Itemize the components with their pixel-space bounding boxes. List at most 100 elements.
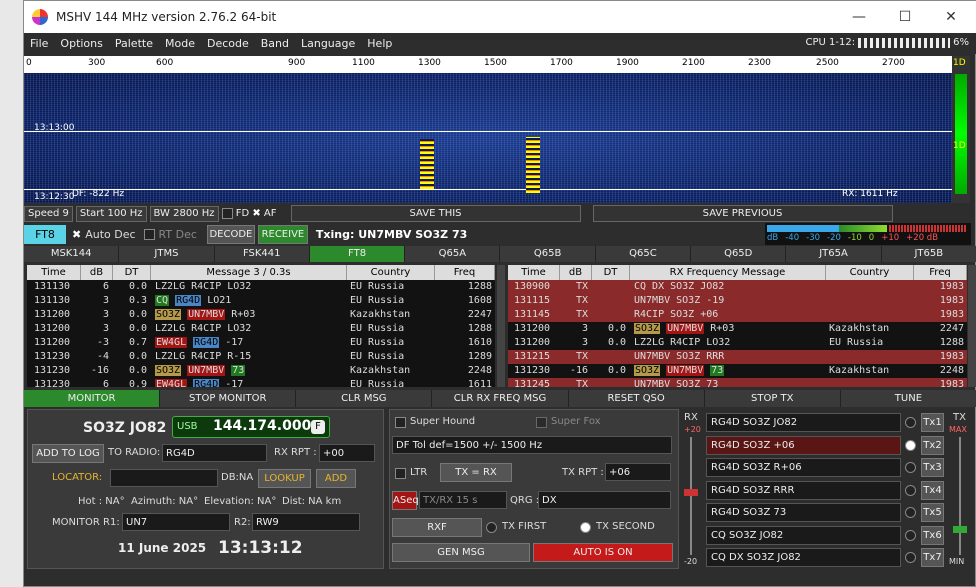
tx-radio-5[interactable] [905,507,916,518]
table-row[interactable]: 131200 3 0.0 SO3Z UN7MBV R+03 Kazakhstan 2247 [508,322,967,336]
tx-slider-handle[interactable] [953,526,967,533]
tx-button-2[interactable]: Tx2 [921,435,944,455]
aseq-button[interactable]: ASeq [392,491,419,510]
table-row[interactable]: 131130 6 0.0 LZ2LG R4CIP LO32 EU Russia 1288 [27,280,495,294]
mode-tab-q65d[interactable]: Q65D [691,246,787,262]
rxf-button[interactable]: RXF [392,518,482,537]
tx-radio-6[interactable] [905,529,916,541]
minimize-button[interactable]: — [836,1,882,33]
menu-palette[interactable]: Palette [109,37,159,50]
mode-tab-jtms[interactable]: JTMS [119,246,215,262]
locator-field[interactable] [110,469,218,487]
bw-spinner[interactable]: BW 2800 Hz [149,205,219,222]
table-row[interactable]: 131245 TX UN7MBV SO3Z 73 1983 [508,378,967,387]
tx-radio-7[interactable] [905,552,916,563]
clr-rx-freq-msg-button[interactable]: CLR RX FREQ MSG [432,390,569,407]
table-row[interactable]: 131200 3 0.0 SO3Z UN7MBV R+03 Kazakhstan 2247 [27,308,495,322]
tx-message-4[interactable]: RG4D SO3Z RRR [706,480,901,500]
tx-button-4[interactable]: Tx4 [921,480,944,500]
column-header[interactable]: Freq [435,265,495,280]
tx-message-2[interactable]: RG4D SO3Z +06 [706,435,901,455]
df-tol-field[interactable]: DF Tol def=1500 +/- 1500 Hz [392,436,672,454]
menu-language[interactable]: Language [295,37,361,50]
frequency-display[interactable]: USB 144.174.000 F [172,416,330,438]
ltr-checkbox[interactable] [395,468,406,479]
table-row[interactable]: 131130 3 0.3 CQ RG4D LO21 EU Russia 1608 [27,294,495,308]
tx-rpt-field[interactable]: +06 [605,463,671,481]
close-button[interactable]: ✕ [928,1,974,33]
menu-file[interactable]: File [24,37,54,50]
tx-message-6[interactable]: CQ SO3Z JO82 [706,525,901,545]
tx-message-1[interactable]: RG4D SO3Z JO82 [706,413,901,432]
column-header[interactable]: Country [347,265,435,280]
tx-button-5[interactable]: Tx5 [921,503,944,522]
menu-mode[interactable]: Mode [159,37,201,50]
tx-radio-3[interactable] [905,462,916,473]
tx-button-3[interactable]: Tx3 [921,458,944,477]
af-check-icon[interactable]: ✖ [252,208,260,219]
clr-msg-button[interactable]: CLR MSG [296,390,433,407]
auto-button[interactable]: AUTO IS ON [533,543,673,562]
mode-tab-ft8[interactable]: FT8 [309,246,406,262]
tx-button-7[interactable]: Tx7 [921,548,944,567]
tx-radio-2[interactable] [905,439,916,451]
frequency-ruler[interactable]: 0 300 600 900 1100 1300 1500 1700 1900 2100 2300 25… [24,56,952,73]
autodec-check-icon[interactable]: ✖ [72,228,81,241]
table-row[interactable]: 131145 TX R4CIP SO3Z +06 1983 [508,308,967,322]
table-row[interactable]: 131230 -16 0.0 SO3Z UN7MBV 73 Kazakhstan 2248 [27,364,495,378]
tx-message-5[interactable]: RG4D SO3Z 73 [706,503,901,522]
table-row[interactable]: 131115 TX UN7MBV SO3Z -19 1983 [508,294,967,308]
tx-radio-1[interactable] [905,417,916,428]
column-header[interactable]: DT [592,265,630,280]
f-button[interactable]: F [311,420,325,434]
column-header[interactable]: Country [826,265,914,280]
menu-band[interactable]: Band [255,37,295,50]
table-row[interactable]: 131230 6 0.9 EW4GL RG4D -17 EU Russia 1611 [27,378,495,387]
txrx-period-field[interactable]: TX/RX 15 s [419,491,507,509]
table-row[interactable]: 131230 -16 0.0 SO3Z UN7MBV 73 Kazakhstan 2248 [508,364,967,378]
menu-decode[interactable]: Decode [201,37,255,50]
mode-tab-msk144[interactable]: MSK144 [24,246,120,262]
tx-second-radio[interactable] [580,522,591,533]
decode-scrollbar[interactable] [497,265,505,387]
gen-msg-button[interactable]: GEN MSG [392,543,530,562]
to-radio-field[interactable]: RG4D [162,444,267,462]
reset-qso-button[interactable]: RESET QSO [568,390,705,407]
tx-first-radio[interactable] [486,522,497,533]
column-header[interactable]: dB [560,265,592,280]
fd-checkbox[interactable] [221,208,233,219]
start-spinner[interactable]: Start 100 Hz [75,205,147,222]
save-this-button[interactable]: SAVE THIS [290,205,581,222]
table-row[interactable]: 131200 -3 0.7 EW4GL RG4D -17 EU Russia 1610 [27,336,495,350]
rx-scrollbar[interactable] [968,265,976,387]
rx-slider-handle[interactable] [684,489,698,496]
rx-rpt-field[interactable]: +00 [319,444,375,462]
speed-spinner[interactable]: Speed 9 [24,205,73,222]
table-row[interactable]: 130900 TX CQ DX SO3Z JO82 1983 [508,280,967,294]
column-header[interactable]: Freq [914,265,967,280]
r2-field[interactable]: RW9 [252,513,360,531]
lookup-button[interactable]: LOOKUP [258,469,311,488]
table-row[interactable]: 131200 3 0.0 LZ2LG R4CIP LO32 EU Russia 1288 [27,322,495,336]
table-row[interactable]: 131230 -4 0.0 LZ2LG R4CIP R-15 EU Russia 1289 [27,350,495,364]
mode-tab-q65c[interactable]: Q65C [595,246,692,262]
decode-button[interactable]: DECODE [206,225,255,244]
maximize-button[interactable]: ☐ [882,1,928,33]
column-header[interactable]: Message 3 / 0.3s [151,265,347,280]
monitor-button[interactable]: MONITOR [24,390,161,407]
tx-eq-rx-button[interactable]: TX = RX [440,463,512,482]
tx-radio-4[interactable] [905,484,916,496]
qrg-field[interactable]: DX [538,491,671,509]
table-row[interactable]: 131215 TX UN7MBV SO3Z RRR 1983 [508,350,967,364]
column-header[interactable]: RX Frequency Message [630,265,826,280]
save-previous-button[interactable]: SAVE PREVIOUS [592,205,893,222]
superfox-checkbox[interactable] [536,417,547,428]
column-header[interactable]: DT [113,265,151,280]
table-row[interactable]: 131200 3 0.0 LZ2LG R4CIP LO32 EU Russia 1288 [508,336,967,350]
rtdec-checkbox[interactable] [143,229,155,240]
stop-monitor-button[interactable]: STOP MONITOR [160,390,297,407]
menu-options[interactable]: Options [54,37,108,50]
add-to-log-button[interactable]: ADD TO LOG [32,444,104,463]
mode-tab-q65b[interactable]: Q65B [500,246,596,262]
tune-button[interactable]: TUNE [840,390,976,407]
